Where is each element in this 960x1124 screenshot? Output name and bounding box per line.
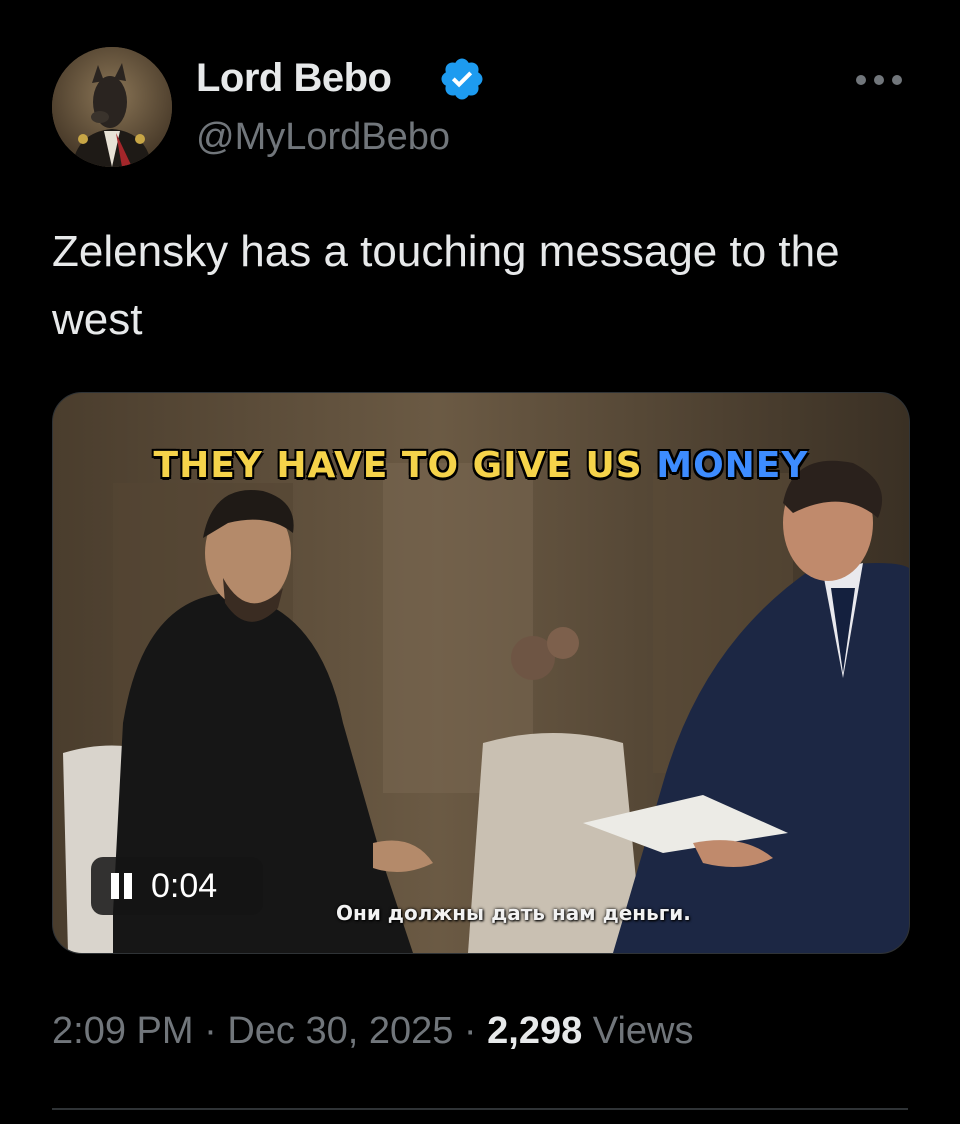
- meta-separator-2: ·: [453, 1010, 488, 1052]
- display-name[interactable]: Lord Bebo: [196, 52, 392, 104]
- caption-accent: MONEY: [656, 445, 809, 486]
- tweet-date[interactable]: Dec 30, 2025: [227, 1010, 453, 1052]
- video-timer: 0:04: [151, 866, 218, 905]
- verified-badge-icon: [441, 58, 483, 100]
- avatar-image: [52, 47, 172, 167]
- meta-separator: ·: [193, 1010, 228, 1052]
- author-handle[interactable]: @MyLordBebo: [196, 112, 450, 162]
- views-label: Views: [582, 1010, 694, 1052]
- avatar[interactable]: [52, 47, 172, 167]
- video-player[interactable]: THEY HAVE TO GIVE US MONEY Они должны да…: [52, 392, 910, 954]
- divider: [52, 1108, 908, 1110]
- views-count: 2,298: [487, 1010, 583, 1052]
- tweet-text: Zelensky has a touching message to the w…: [52, 227, 840, 344]
- video-caption: THEY HAVE TO GIVE US MONEY: [53, 445, 909, 486]
- tweet-time[interactable]: 2:09 PM: [52, 1010, 194, 1052]
- pause-icon[interactable]: [111, 873, 133, 899]
- playback-control[interactable]: 0:04: [91, 857, 263, 915]
- more-horizontal-icon[interactable]: [853, 70, 905, 90]
- video-subtitle: Они должны дать нам деньги.: [336, 901, 691, 925]
- tweet-meta: 2:09 PM · Dec 30, 2025 · 2,298 Views: [52, 1006, 694, 1056]
- caption-main: THEY HAVE TO GIVE US: [153, 445, 657, 486]
